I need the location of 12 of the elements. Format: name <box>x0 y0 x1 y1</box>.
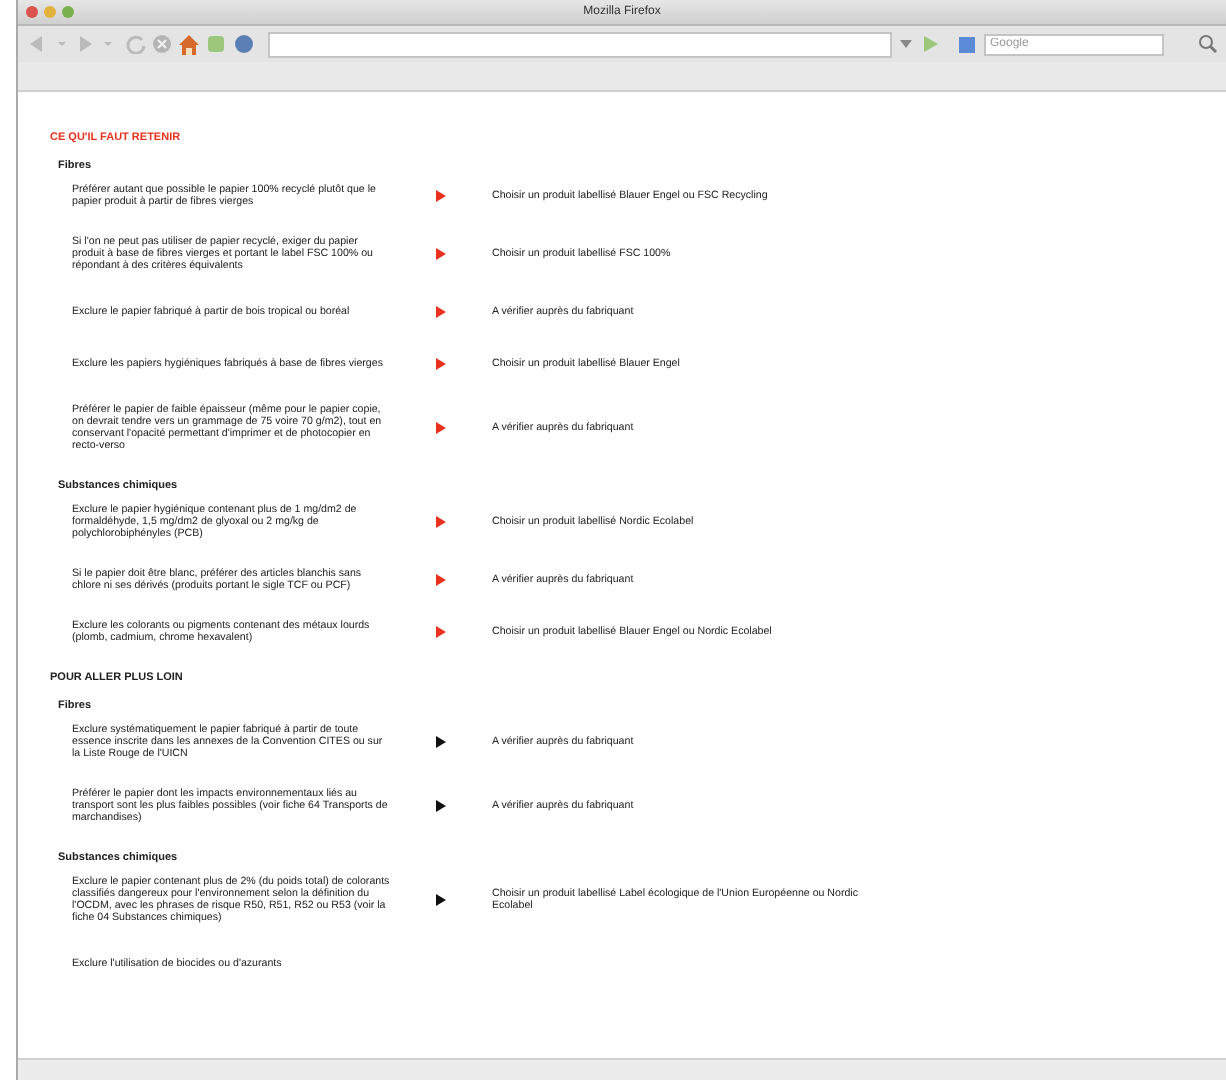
home-icon[interactable] <box>178 33 200 55</box>
go-icon[interactable] <box>920 34 940 54</box>
zoom-button[interactable] <box>62 6 74 18</box>
close-button[interactable] <box>26 6 38 18</box>
address-field[interactable] <box>268 31 892 57</box>
reload-icon[interactable] <box>126 34 146 54</box>
stop-icon[interactable] <box>152 34 172 54</box>
back-icon[interactable] <box>26 34 70 54</box>
search-engine-icon[interactable] <box>958 35 978 53</box>
dropdown-icon[interactable] <box>898 36 914 52</box>
search-icon[interactable] <box>1198 34 1218 54</box>
minimize-button[interactable] <box>44 6 56 18</box>
